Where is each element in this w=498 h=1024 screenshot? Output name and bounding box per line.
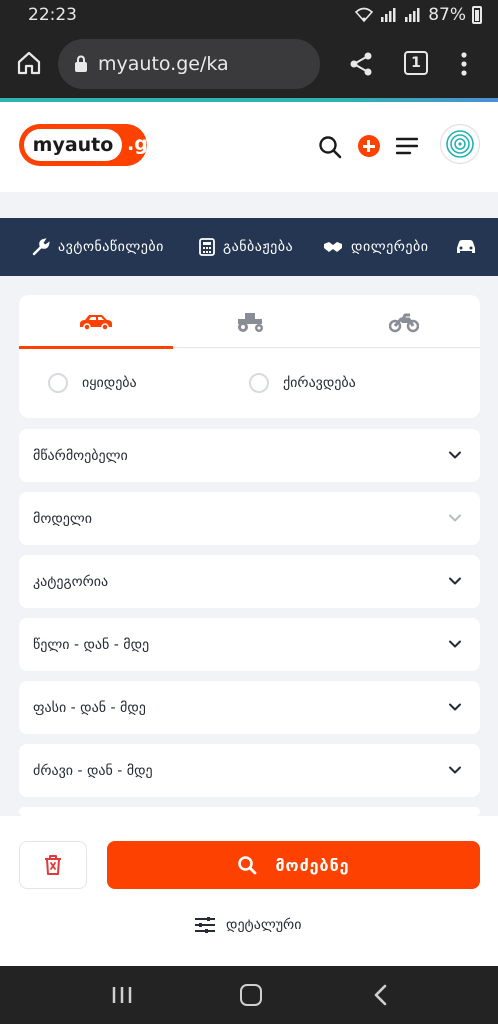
clear-filters-button[interactable] [19, 841, 87, 889]
handshake-icon [324, 242, 342, 252]
site-logo[interactable]: myauto .ge [19, 124, 161, 166]
manufacturer-select[interactable]: მწარმოებელი [19, 429, 480, 482]
fingerprint-icon [446, 130, 474, 158]
more-vert-icon[interactable] [455, 50, 473, 78]
chevron-down-icon [449, 640, 461, 648]
chevron-down-icon [449, 703, 461, 711]
manufacturer-label: მწარმოებელი [33, 447, 128, 464]
battery-icon [472, 6, 482, 24]
logo-suffix: .ge [127, 133, 161, 155]
address-bar[interactable]: myauto.ge/ka [58, 39, 320, 89]
car-icon [457, 240, 475, 253]
category-nav: ავტონაწილები განბაჟება დილერები [0, 218, 498, 276]
engine-range-select[interactable]: ძრავი - დან - მდე [19, 744, 480, 797]
chevron-down-icon [449, 451, 461, 459]
chevron-down-icon [449, 577, 461, 585]
tab-car[interactable] [19, 295, 173, 349]
engine-range-label: ძრავი - დან - მდე [33, 762, 153, 779]
back-icon[interactable] [371, 984, 389, 1006]
sliders-icon [195, 917, 215, 933]
chevron-down-icon [449, 514, 461, 522]
deal-type-sale-label: იყიდება [82, 375, 137, 391]
wrench-icon [32, 238, 50, 256]
model-select[interactable]: მოდელი [19, 492, 480, 545]
signal-icon-2 [405, 8, 420, 22]
detailed-search-label: დეტალური [226, 917, 302, 933]
battery-percent: 87% [428, 5, 466, 25]
search-button[interactable]: მოძებნე [107, 841, 480, 889]
deal-type-rent-label: ქირავდება [283, 375, 356, 391]
nav-item-dealers[interactable]: დილერები [323, 218, 428, 276]
status-icons: 87% [354, 5, 482, 25]
deal-type-sale[interactable]: იყიდება [48, 373, 137, 393]
tab-switcher-button[interactable]: 1 [404, 51, 428, 75]
search-card: იყიდება ქირავდება [19, 295, 480, 418]
search-icon [238, 856, 257, 875]
tractor-icon [238, 312, 263, 332]
home-icon[interactable] [16, 50, 42, 76]
category-label: კატეგორია [33, 573, 109, 590]
vehicle-type-tabs [19, 295, 481, 349]
nav-item-more[interactable] [455, 218, 485, 276]
logo-main: myauto [24, 129, 122, 161]
search-icon[interactable] [318, 135, 342, 159]
signal-icon [381, 8, 396, 22]
motorcycle-icon [389, 313, 419, 332]
recents-icon[interactable] [112, 986, 132, 1004]
chevron-down-icon [449, 766, 461, 774]
tab-tractor[interactable] [173, 295, 327, 348]
nav-label-parts: ავტონაწილები [58, 239, 164, 255]
tab-motorcycle[interactable] [327, 295, 481, 348]
nav-item-customs[interactable]: განბაჟება [199, 218, 293, 276]
system-nav-bar [0, 966, 498, 1024]
detailed-search-link[interactable]: დეტალური [194, 916, 301, 934]
share-icon[interactable] [349, 51, 373, 77]
avatar[interactable] [440, 124, 480, 164]
browser-toolbar: myauto.ge/ka 1 [0, 30, 498, 98]
radio-rent[interactable] [249, 373, 269, 393]
category-select[interactable]: კატეგორია [19, 555, 480, 608]
lock-icon [75, 55, 87, 72]
year-range-label: წელი - დან - მდე [33, 636, 150, 653]
hamburger-menu-icon[interactable] [396, 137, 418, 155]
nav-label-customs: განბაჟება [223, 239, 294, 255]
system-home-button[interactable] [240, 984, 262, 1006]
model-label: მოდელი [33, 510, 93, 527]
car-icon [80, 314, 112, 331]
deal-type-rent[interactable]: ქირავდება [249, 373, 356, 393]
wifi-icon [355, 7, 374, 23]
url-text: myauto.ge/ka [98, 53, 229, 75]
calculator-icon [199, 238, 215, 256]
radio-sale[interactable] [48, 373, 68, 393]
price-range-select[interactable]: ფასი - დან - მდე [19, 681, 480, 734]
nav-label-dealers: დილერები [351, 239, 429, 255]
search-button-label: მოძებნე [275, 855, 350, 875]
trash-icon [45, 855, 61, 875]
nav-item-parts[interactable]: ავტონაწილები [32, 218, 164, 276]
site-header: myauto .ge [0, 102, 498, 192]
next-field-peek [19, 807, 480, 816]
status-time: 22:23 [28, 5, 77, 25]
status-bar: 22:23 87% [0, 0, 498, 30]
price-range-label: ფასი - დან - მდე [33, 699, 146, 716]
search-actions: მოძებნე დეტალური [0, 816, 498, 966]
add-listing-button[interactable] [358, 135, 380, 157]
year-range-select[interactable]: წელი - დან - მდე [19, 618, 480, 671]
